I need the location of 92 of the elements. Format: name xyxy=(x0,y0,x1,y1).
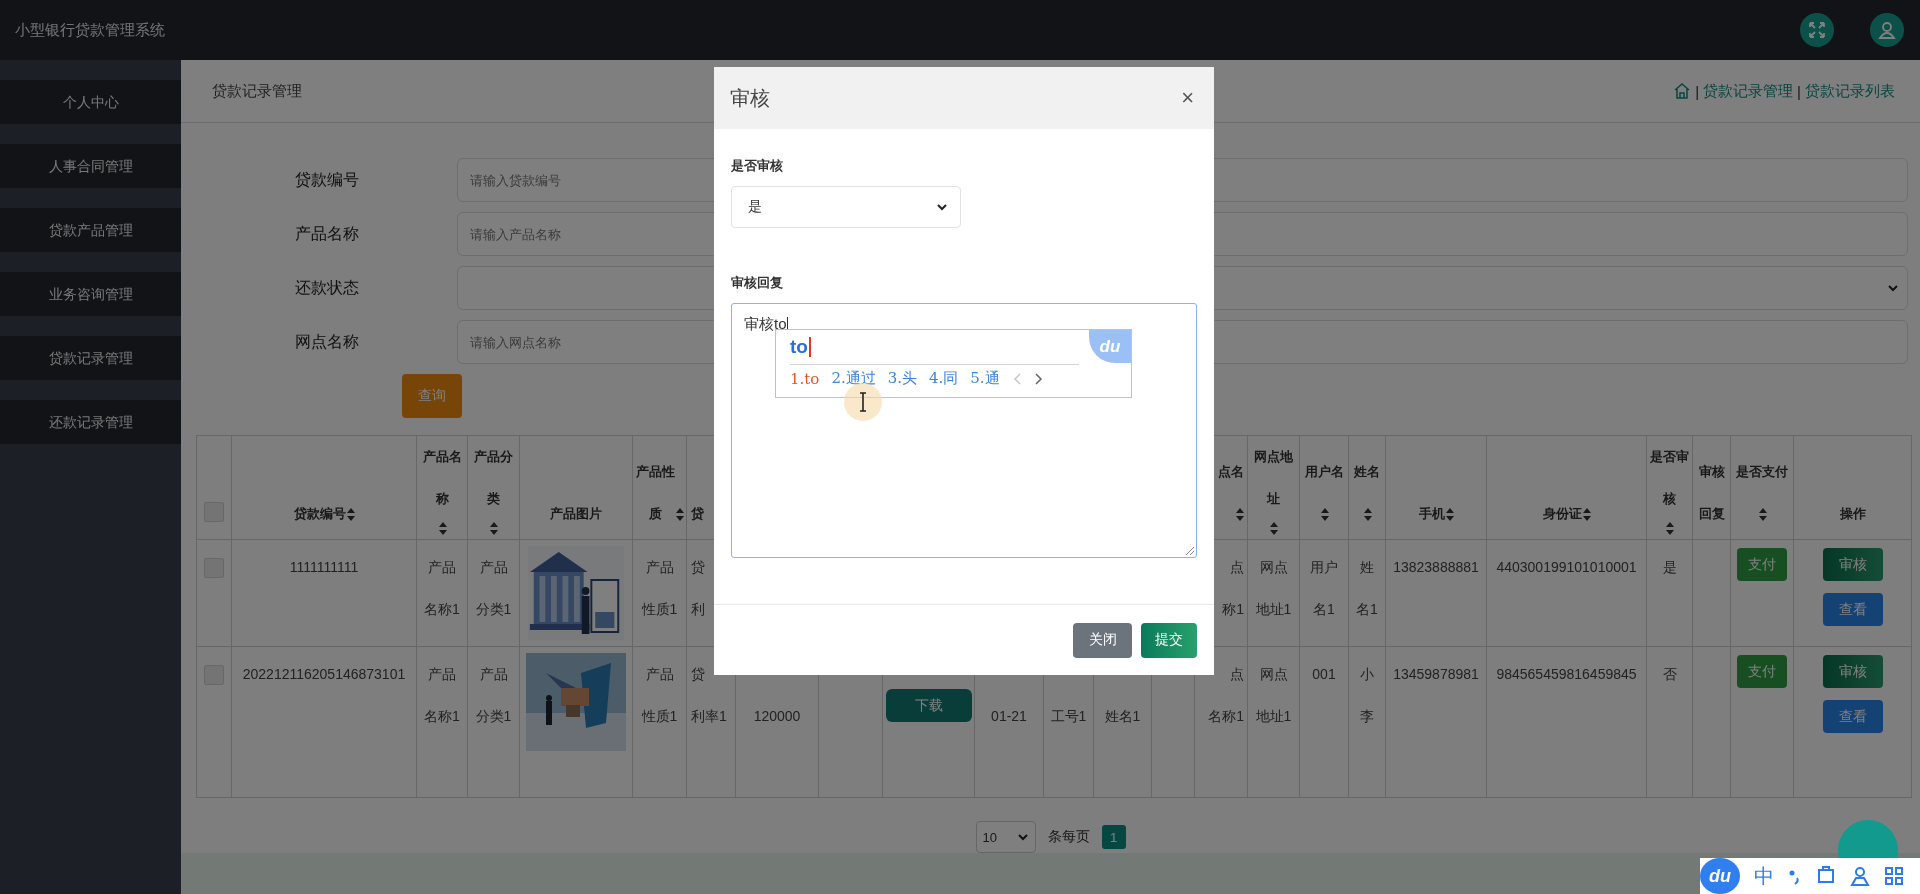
column-header: 身份证 xyxy=(1542,505,1582,524)
sidebar-item[interactable]: 贷款产品管理 xyxy=(0,208,181,252)
select-field[interactable]: 是 xyxy=(731,186,961,228)
table-cell: 1111111111 xyxy=(231,539,417,647)
field-label: 审核回复 xyxy=(731,274,784,292)
table-cell: 产品 性质1 xyxy=(632,646,687,798)
column-header: 网点地 址 xyxy=(1254,448,1293,508)
column-header: 手机 xyxy=(1418,505,1445,524)
ime-composition: to xyxy=(790,336,808,358)
sidebar-item[interactable]: 个人中心 xyxy=(0,80,181,124)
column-header: 是否支付 xyxy=(1736,463,1788,482)
text-caret xyxy=(808,337,811,357)
breadcrumb-separator: | xyxy=(1695,82,1700,100)
home-icon xyxy=(1673,82,1692,100)
fullscreen-button[interactable] xyxy=(1800,13,1834,47)
column-header: 产品图片 xyxy=(550,505,602,524)
grid-icon xyxy=(1884,866,1904,886)
next-page-icon xyxy=(1033,371,1044,386)
user-icon xyxy=(1850,866,1870,886)
table-cell: 网点 地址1 xyxy=(1247,646,1300,798)
sidebar-item[interactable]: 贷款记录管理 xyxy=(0,336,181,380)
table-cell: 001 xyxy=(1299,646,1349,798)
column-header: 用户名 xyxy=(1304,463,1344,482)
breadcrumb-link[interactable]: 贷款记录列表 xyxy=(1805,81,1895,101)
chevron-icon xyxy=(1887,282,1899,294)
audit-button[interactable]: 审核 xyxy=(1822,548,1883,582)
field-label: 产品名称 xyxy=(293,223,360,244)
column-header: 贷 xyxy=(691,505,704,524)
fullscreen-icon xyxy=(1807,20,1827,40)
pay-button[interactable]: 支付 xyxy=(1737,655,1787,689)
per-page-label: 条每页 xyxy=(1047,828,1090,847)
table-cell: 产品 分类1 xyxy=(467,539,520,647)
table-cell: 984565459816459845 xyxy=(1486,646,1647,798)
sidebar-item[interactable]: 还款记录管理 xyxy=(0,400,181,444)
table-cell: 产品 分类1 xyxy=(467,646,520,798)
previous-page-icon xyxy=(1011,371,1022,386)
column-header: 审核 回复 xyxy=(1698,463,1725,524)
dialog-title: 审核 xyxy=(730,85,770,111)
sidebar-item[interactable]: 业务咨询管理 xyxy=(0,272,181,316)
column-header: 产品名 称 xyxy=(422,448,462,508)
chevron-icon xyxy=(936,201,948,213)
breadcrumb-link[interactable]: 贷款记录管理 xyxy=(1703,81,1794,101)
column-header: 产品分 类 xyxy=(474,448,513,508)
ime-logo[interactable]: du xyxy=(1700,858,1740,894)
table-cell: 姓 名1 xyxy=(1348,539,1386,647)
table-cell: 440300199101010001 xyxy=(1486,539,1647,647)
close-dialog-button[interactable]: 关闭 xyxy=(1073,622,1132,658)
ime-candidate[interactable]: 4.同 xyxy=(929,369,959,388)
field-label: 网点名称 xyxy=(293,331,360,352)
input-mode-toggle[interactable]: 中 xyxy=(1754,862,1774,890)
field-label: 还款状态 xyxy=(293,277,360,298)
table-cell: 13459878981 xyxy=(1385,646,1487,798)
ime-candidate[interactable]: 3.头 xyxy=(887,369,917,388)
column-header: 贷款编号 xyxy=(293,505,346,524)
table-cell: 产品 名称1 xyxy=(416,646,468,798)
column-header: 是否审 核 xyxy=(1650,448,1689,508)
pay-button[interactable]: 支付 xyxy=(1737,548,1787,582)
app-title: 小型银行贷款管理系统 xyxy=(15,20,165,40)
user-button[interactable] xyxy=(1870,13,1904,47)
page-title: 贷款记录管理 xyxy=(212,81,302,101)
ime-candidate[interactable]: 1.to xyxy=(790,369,820,388)
table-cell: 用户 名1 xyxy=(1299,539,1349,647)
column-header: 点名 xyxy=(1217,463,1244,482)
close-button[interactable]: × xyxy=(1181,87,1194,109)
table-cell: 产品 名称1 xyxy=(416,539,468,647)
query-button[interactable]: 查询 xyxy=(402,374,462,418)
field-label: 是否审核 xyxy=(731,157,784,175)
breadcrumb-separator: | xyxy=(1797,82,1801,100)
ime-candidate[interactable]: 2.通过 xyxy=(831,369,876,388)
table-cell: 202212116205146873101 xyxy=(231,646,417,798)
field-label: 贷款编号 xyxy=(293,169,360,190)
ime-logo: du xyxy=(1089,330,1131,363)
column-header: 姓名 xyxy=(1354,463,1380,482)
ime-candidate[interactable]: 5.通 xyxy=(970,369,1000,388)
column-header: 操作 xyxy=(1839,505,1866,524)
page-button[interactable]: 1 xyxy=(1101,825,1126,850)
download-button[interactable]: 下载 xyxy=(885,689,972,723)
table-cell: 13823888881 xyxy=(1385,539,1487,647)
sidebar-item[interactable]: 人事合同管理 xyxy=(0,144,181,188)
table-cell: 产品 性质1 xyxy=(632,539,687,647)
column-header: 产品性 质 xyxy=(635,463,675,524)
table-cell: 网点 地址1 xyxy=(1247,539,1300,647)
user-icon xyxy=(1877,20,1897,40)
view-button[interactable]: 查看 xyxy=(1822,700,1883,734)
resize-handle-icon xyxy=(1184,545,1194,555)
table-cell: 否 xyxy=(1646,646,1693,798)
table-cell: 是 xyxy=(1646,539,1693,647)
submit-button[interactable]: 提交 xyxy=(1141,622,1197,658)
view-button[interactable]: 查看 xyxy=(1822,593,1883,627)
audit-button[interactable]: 审核 xyxy=(1822,655,1883,689)
page-size-select[interactable]: 10 xyxy=(975,821,1036,854)
table-cell: 小 李 xyxy=(1348,646,1386,798)
